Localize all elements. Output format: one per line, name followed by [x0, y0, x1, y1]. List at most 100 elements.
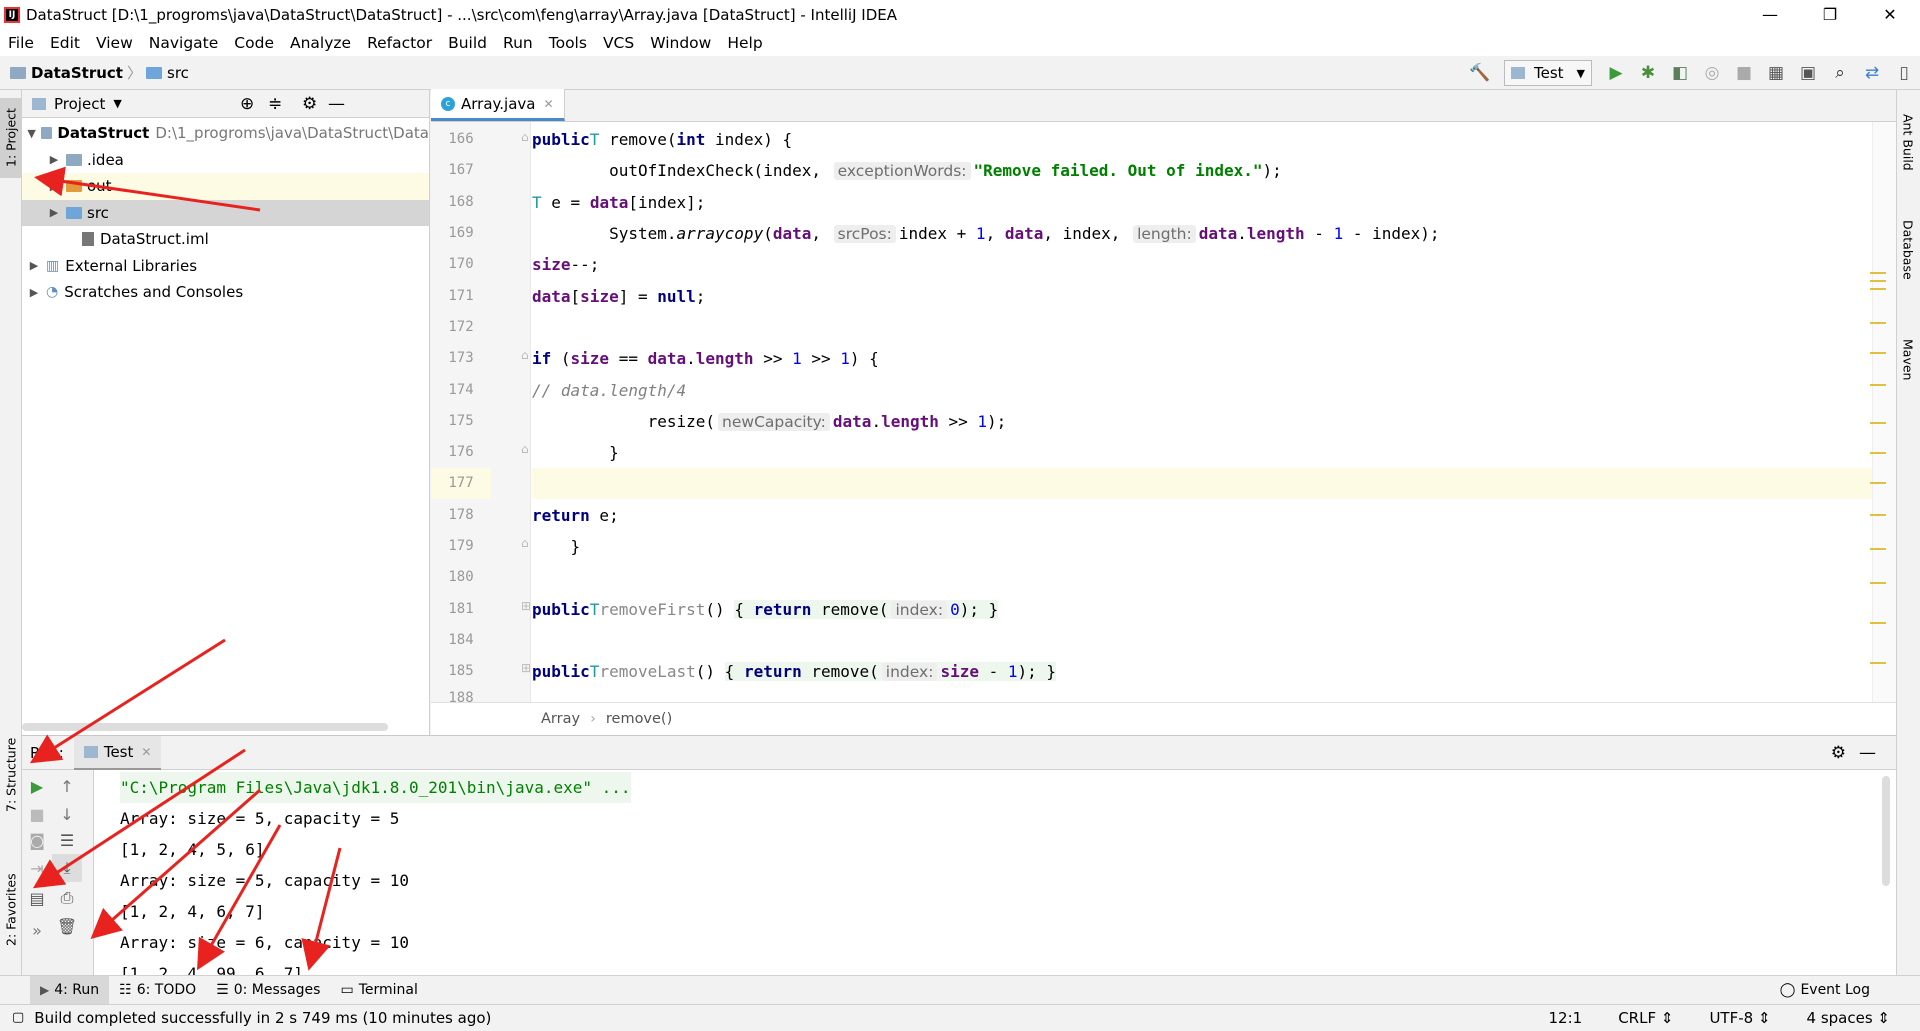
menu-code[interactable]: Code [226, 34, 282, 52]
error-stripe[interactable] [1870, 122, 1896, 702]
warning-marker[interactable] [1870, 452, 1886, 454]
scroll-to-end-icon[interactable]: ⤓ [52, 854, 82, 882]
coverage-icon[interactable]: ◧ [1666, 59, 1694, 87]
breadcrumb-method[interactable]: remove() [606, 711, 672, 727]
database-tab[interactable]: Database [1896, 210, 1920, 290]
menu-window[interactable]: Window [642, 34, 719, 52]
scroll-up-icon[interactable]: ↑ [52, 772, 82, 800]
locate-icon[interactable]: ⊕ [240, 94, 254, 114]
menu-vcs[interactable]: VCS [595, 34, 642, 52]
indent-setting[interactable]: 4 spaces ⇕ [1789, 1009, 1890, 1027]
todo-tool-tab[interactable]: ☷ 6: TODO [109, 976, 206, 1005]
menu-refactor[interactable]: Refactor [359, 34, 440, 52]
tree-item-datastruct[interactable]: ▼ DataStruct D:\1_progroms\java\DataStru… [22, 120, 429, 147]
menu-edit[interactable]: Edit [42, 34, 88, 52]
tree-item-iml[interactable]: DataStruct.iml [22, 226, 429, 253]
warning-marker[interactable] [1870, 384, 1886, 386]
close-tab-icon[interactable]: ✕ [141, 745, 151, 759]
expand-arrow-icon[interactable]: ▼ [26, 127, 37, 140]
tree-item-out[interactable]: ▶ out [22, 173, 429, 200]
fold-icon[interactable]: ⌂ [521, 130, 529, 144]
clear-all-icon[interactable]: 🗑 [52, 912, 82, 940]
code-area[interactable]: public T remove(int index) { outOfIndexC… [532, 122, 1872, 702]
build-hammer-icon[interactable]: 🔨 [1466, 59, 1494, 87]
file-encoding[interactable]: UTF-8 ⇕ [1691, 1009, 1770, 1027]
warning-marker[interactable] [1870, 280, 1886, 282]
run-tool-tab[interactable]: ▶ 4: Run [30, 975, 110, 1005]
tab-array-java[interactable]: c Array.java ✕ [431, 89, 565, 121]
menu-run[interactable]: Run [495, 34, 541, 52]
menu-analyze[interactable]: Analyze [282, 34, 359, 52]
warning-marker[interactable] [1870, 662, 1886, 664]
run-config-select[interactable]: Test ▼ [1504, 60, 1592, 86]
hide-panel-icon[interactable]: — [328, 94, 345, 114]
nav-crumb-src[interactable]: src [146, 64, 189, 82]
more-icon[interactable]: » [22, 916, 52, 944]
phone-icon[interactable]: ▯ [1890, 59, 1918, 87]
scroll-down-icon[interactable]: ↓ [52, 800, 82, 828]
hide-panel-icon[interactable]: — [1859, 743, 1876, 763]
favorites-tool-tab[interactable]: 2: Favorites [0, 865, 22, 955]
gear-icon[interactable]: ⚙ [1831, 743, 1846, 763]
collapse-arrow-icon[interactable]: ▶ [46, 180, 62, 193]
line-separator[interactable]: CRLF ⇕ [1600, 1009, 1673, 1027]
caret-position[interactable]: 12:1 [1549, 1009, 1583, 1027]
exit-icon[interactable]: ⇥ [22, 854, 52, 882]
project-structure-icon[interactable]: ▦ [1762, 59, 1790, 87]
maximize-button[interactable]: ❐ [1800, 0, 1860, 29]
run-tab-test[interactable]: Test ✕ [73, 735, 162, 770]
menu-build[interactable]: Build [440, 34, 495, 52]
project-view-selector[interactable]: Project [54, 95, 105, 113]
event-log-tool-tab[interactable]: ◯ Event Log [1770, 976, 1880, 1005]
ant-build-tab[interactable]: Ant Build [1896, 102, 1920, 182]
warning-marker[interactable] [1870, 322, 1886, 324]
debug-icon[interactable]: ✱ [1634, 59, 1662, 87]
print-icon[interactable]: ⎙ [52, 884, 82, 912]
maven-tab[interactable]: Maven [1896, 325, 1920, 395]
close-tab-icon[interactable]: ✕ [543, 97, 553, 111]
horizontal-scrollbar[interactable] [22, 723, 388, 731]
warning-marker[interactable] [1870, 582, 1886, 584]
menu-help[interactable]: Help [719, 34, 770, 52]
menu-navigate[interactable]: Navigate [141, 34, 227, 52]
search-icon[interactable]: ⌕ [1826, 59, 1854, 87]
translate-icon[interactable]: ⇄ [1858, 59, 1886, 87]
menu-file[interactable]: File [0, 34, 42, 52]
vertical-scrollbar[interactable] [1882, 776, 1890, 886]
nav-crumb-project[interactable]: DataStruct [10, 64, 123, 82]
rerun-icon[interactable]: ▶ [22, 772, 52, 800]
close-button[interactable]: ✕ [1860, 0, 1920, 29]
structure-tool-tab[interactable]: 7: Structure [0, 735, 22, 815]
tree-item-idea[interactable]: ▶ .idea [22, 147, 429, 174]
tree-item-scratches[interactable]: ▶ ◔ Scratches and Consoles [22, 279, 429, 306]
collapse-arrow-icon[interactable]: ▶ [26, 259, 42, 272]
warning-marker[interactable] [1870, 422, 1886, 424]
toggle-tool-windows-icon[interactable]: ▢ [12, 1010, 24, 1025]
fold-icon[interactable]: ⌂ [521, 348, 529, 362]
breadcrumb-class[interactable]: Array [541, 711, 580, 727]
frame-icon[interactable]: ▣ [1794, 59, 1822, 87]
tree-item-src[interactable]: ▶ src [22, 199, 429, 226]
warning-marker[interactable] [1870, 514, 1886, 516]
dump-threads-icon[interactable]: ◙ [22, 826, 52, 854]
tree-item-external-libraries[interactable]: ▶ ▥ External Libraries [22, 253, 429, 280]
minimize-button[interactable]: — [1740, 0, 1800, 29]
fold-icon[interactable]: ⌂ [521, 442, 529, 456]
profile-icon[interactable]: ◎ [1698, 59, 1726, 87]
stop-icon[interactable]: ■ [1730, 59, 1758, 87]
warning-marker[interactable] [1870, 482, 1886, 484]
warning-marker[interactable] [1870, 272, 1886, 274]
expand-fold-icon[interactable]: ⊞ [521, 599, 531, 613]
collapse-arrow-icon[interactable]: ▶ [46, 206, 62, 219]
warning-marker[interactable] [1870, 352, 1886, 354]
menu-tools[interactable]: Tools [541, 34, 595, 52]
collapse-all-icon[interactable]: ≑ [268, 94, 282, 114]
restore-layout-icon[interactable]: ▤ [22, 884, 52, 912]
warning-marker[interactable] [1870, 622, 1886, 624]
terminal-tool-tab[interactable]: ▭ Terminal [330, 976, 427, 1005]
expand-fold-icon[interactable]: ⊞ [521, 661, 531, 675]
collapse-arrow-icon[interactable]: ▶ [46, 153, 62, 166]
messages-tool-tab[interactable]: ☰ 0: Messages [206, 976, 330, 1005]
run-icon[interactable]: ▶ [1602, 59, 1630, 87]
warning-marker[interactable] [1870, 548, 1886, 550]
